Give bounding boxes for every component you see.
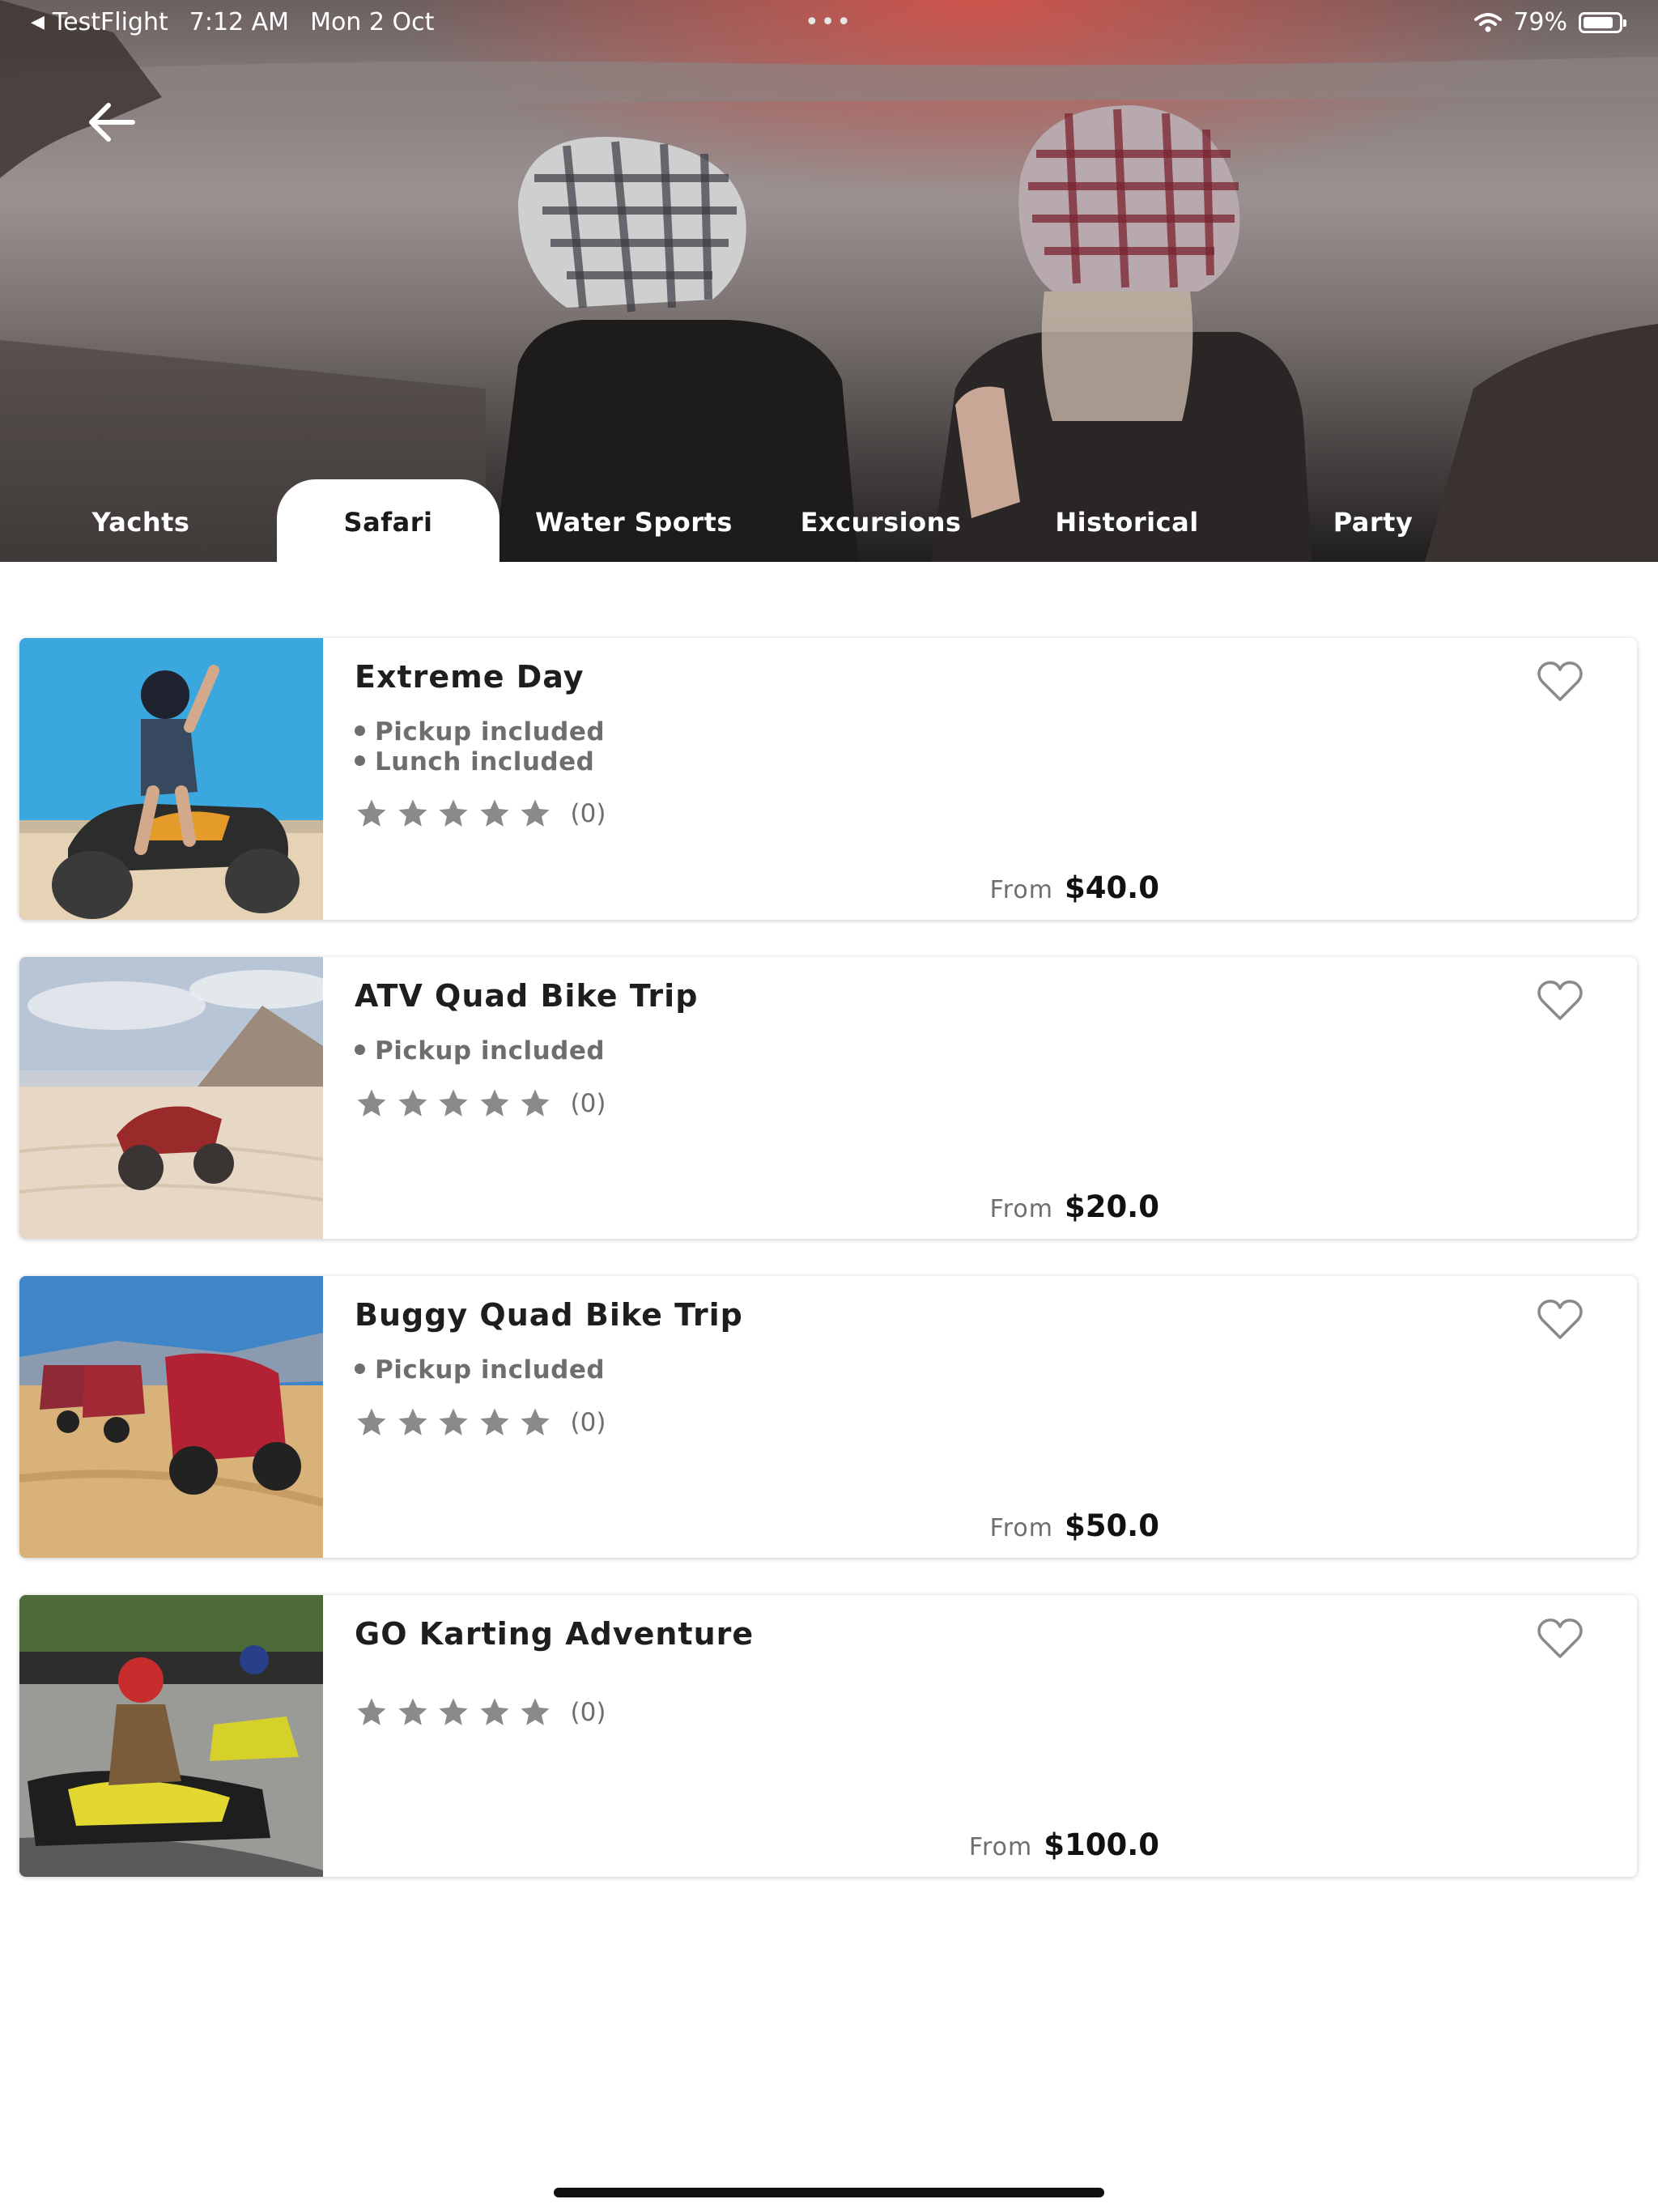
- review-count: (0): [570, 1408, 606, 1437]
- star-icon: [398, 799, 427, 827]
- review-count: (0): [570, 1698, 606, 1727]
- star-icon: [357, 799, 386, 827]
- hero-banner: ◀ TestFlight 7:12 AM Mon 2 Oct ••• 79% Y…: [0, 0, 1658, 562]
- tab-historical[interactable]: Historical: [1014, 479, 1240, 562]
- hero-photo: [0, 0, 1658, 562]
- star-rating: (0): [355, 1406, 606, 1440]
- listing-features: Pickup included Lunch included: [355, 717, 605, 777]
- favorite-heart-icon[interactable]: [1537, 1299, 1584, 1341]
- listing-price: $100.0: [1044, 1827, 1159, 1862]
- feature-item: Pickup included: [355, 1355, 605, 1385]
- status-time: 7:12 AM: [189, 8, 290, 36]
- listing-card[interactable]: GO Karting Adventure (0) From $100.0: [19, 1595, 1637, 1877]
- status-app-name[interactable]: TestFlight: [53, 8, 168, 36]
- star-icon: [398, 1089, 427, 1117]
- bullet-icon: [355, 1363, 365, 1374]
- listing-photo-atv-desert: [19, 957, 323, 1239]
- tab-excursions[interactable]: Excursions: [767, 479, 994, 562]
- tab-water-sports[interactable]: Water Sports: [517, 479, 751, 562]
- bullet-icon: [355, 1044, 365, 1055]
- star-icon: [480, 1698, 508, 1725]
- listing-card[interactable]: ATV Quad Bike Trip Pickup included (0) F…: [19, 957, 1637, 1239]
- status-bar: ◀ TestFlight 7:12 AM Mon 2 Oct ••• 79%: [0, 0, 1658, 45]
- listing-photo-quad-rider: [19, 638, 323, 920]
- star-icon: [357, 1698, 386, 1725]
- price-from-label: From: [989, 1514, 1053, 1542]
- favorite-heart-icon[interactable]: [1537, 661, 1584, 703]
- star-icon: [439, 799, 468, 827]
- star-icon: [521, 1698, 550, 1725]
- price-row: From $50.0: [990, 1508, 1159, 1543]
- review-count: (0): [570, 799, 606, 828]
- listing-price: $40.0: [1064, 870, 1159, 905]
- listing-features: Pickup included: [355, 1036, 605, 1066]
- listing-price: $20.0: [1064, 1189, 1159, 1224]
- star-icon: [480, 799, 508, 827]
- status-date: Mon 2 Oct: [310, 8, 435, 36]
- listing-title[interactable]: ATV Quad Bike Trip: [355, 978, 698, 1014]
- star-icon: [398, 1408, 427, 1436]
- favorite-heart-icon[interactable]: [1537, 1618, 1584, 1660]
- star-icon: [357, 1089, 386, 1117]
- feature-label: Pickup included: [375, 1355, 606, 1385]
- bullet-icon: [355, 725, 365, 736]
- feature-item: Lunch included: [355, 747, 605, 777]
- price-from-label: From: [989, 876, 1053, 904]
- price-from-label: From: [989, 1195, 1053, 1223]
- wifi-icon: [1474, 12, 1503, 32]
- star-icon: [521, 1089, 550, 1117]
- home-indicator[interactable]: [554, 2188, 1104, 2197]
- feature-label: Lunch included: [375, 747, 595, 776]
- star-icon: [398, 1698, 427, 1725]
- listing-title[interactable]: Buggy Quad Bike Trip: [355, 1297, 743, 1333]
- star-icon: [439, 1698, 468, 1725]
- price-row: From $100.0: [969, 1827, 1159, 1862]
- price-from-label: From: [968, 1833, 1033, 1861]
- listing-price: $50.0: [1064, 1508, 1159, 1543]
- tab-yachts[interactable]: Yachts: [32, 479, 249, 562]
- star-rating: (0): [355, 797, 606, 831]
- favorite-heart-icon[interactable]: [1537, 980, 1584, 1022]
- battery-percent: 79%: [1513, 8, 1567, 36]
- listing-card[interactable]: Buggy Quad Bike Trip Pickup included (0)…: [19, 1276, 1637, 1558]
- feature-label: Pickup included: [375, 717, 606, 747]
- star-icon: [439, 1408, 468, 1436]
- star-icon: [480, 1408, 508, 1436]
- listing-photo-buggies: [19, 1276, 323, 1558]
- battery-icon: [1579, 11, 1626, 33]
- bullet-icon: [355, 755, 365, 766]
- feature-item: Pickup included: [355, 1036, 605, 1066]
- listing-features: Pickup included: [355, 1355, 605, 1385]
- star-icon: [439, 1089, 468, 1117]
- listing-title[interactable]: GO Karting Adventure: [355, 1616, 754, 1652]
- star-icon: [521, 1408, 550, 1436]
- star-icon: [521, 799, 550, 827]
- star-icon: [357, 1408, 386, 1436]
- feature-label: Pickup included: [375, 1036, 606, 1066]
- listing-card[interactable]: Extreme Day Pickup included Lunch includ…: [19, 638, 1637, 920]
- listing-photo-go-kart: [19, 1595, 323, 1877]
- back-to-app-icon[interactable]: ◀: [31, 12, 45, 32]
- multitasking-dots-icon[interactable]: •••: [805, 8, 852, 36]
- price-row: From $20.0: [990, 1189, 1159, 1224]
- tab-party[interactable]: Party: [1263, 479, 1483, 562]
- back-arrow-icon[interactable]: [84, 94, 141, 151]
- star-icon: [480, 1089, 508, 1117]
- tab-safari[interactable]: Safari: [277, 479, 500, 562]
- star-rating: (0): [355, 1087, 606, 1121]
- category-tabs: Yachts Safari Water Sports Excursions Hi…: [0, 479, 1658, 562]
- listing-title[interactable]: Extreme Day: [355, 659, 585, 695]
- review-count: (0): [570, 1089, 606, 1118]
- star-rating: (0): [355, 1695, 606, 1729]
- price-row: From $40.0: [990, 870, 1159, 905]
- feature-item: Pickup included: [355, 717, 605, 747]
